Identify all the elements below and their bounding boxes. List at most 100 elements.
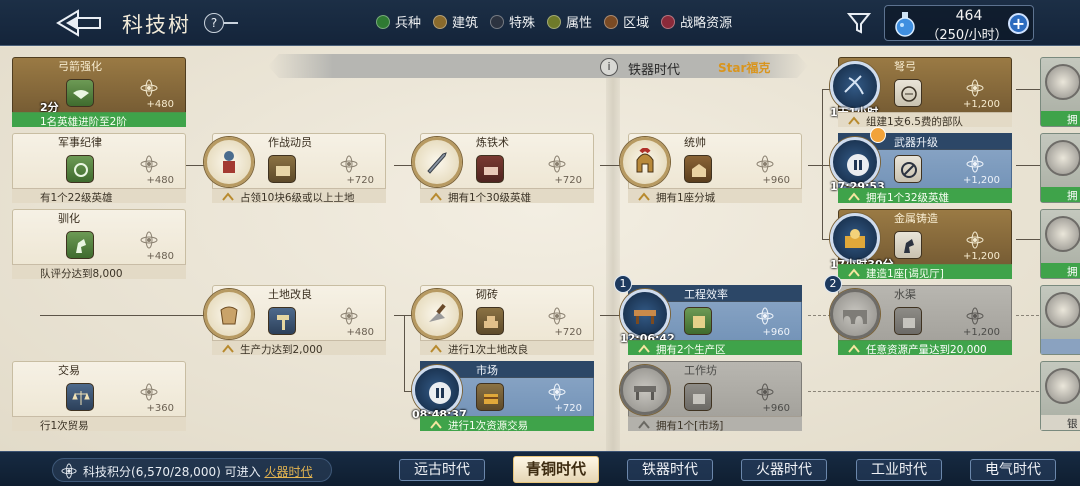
- crossbow-icon: [844, 75, 864, 95]
- tech-score-text: 科技积分(6,570/28,000) 可进入 火器时代: [83, 463, 312, 480]
- requirement-bar: 拥: [1041, 187, 1080, 202]
- tab-bronze-era[interactable]: 青铜时代: [513, 456, 599, 483]
- unlock-icon: [66, 231, 94, 259]
- tech-name: 工程效率: [684, 288, 728, 301]
- tab-industrial-era[interactable]: 工业时代: [856, 459, 942, 481]
- legend-item-strategic-resources[interactable]: 战略资源: [661, 12, 732, 31]
- tech-points: +960: [762, 175, 790, 186]
- back-arrow-icon[interactable]: [56, 8, 102, 38]
- requirement-text: 拥: [1067, 266, 1078, 278]
- aqueduct-icon: [843, 310, 867, 324]
- tech-tree-area[interactable]: i 铁器时代 Star福克 弓箭强化 +480 2分 1名英雄进阶至2阶 军事纪…: [0, 47, 1080, 451]
- legend-label: 属性: [566, 16, 593, 31]
- tech-card-partial[interactable]: 拥: [1040, 209, 1080, 279]
- tech-card-partial[interactable]: 拥: [1040, 133, 1080, 203]
- tech-medallion: [1045, 292, 1080, 328]
- tech-card-partial[interactable]: [1040, 285, 1080, 355]
- requirement-bar: [1041, 339, 1080, 354]
- requirement-text: 拥有1个[市场]: [656, 420, 724, 432]
- requirement-bar: 拥有1个32级英雄: [838, 188, 1012, 204]
- unlock-icon: [894, 155, 922, 183]
- tech-card-land-improvement[interactable]: 土地改良 +480 生产力达到2,000: [204, 285, 386, 356]
- legend-item-buildings[interactable]: 建筑: [433, 12, 478, 31]
- requirement-bar: 进行1次土地改良: [420, 340, 594, 356]
- unlock-icon: [894, 79, 922, 107]
- legend-item-special[interactable]: 特殊: [490, 12, 535, 31]
- foundry-icon: [845, 229, 865, 248]
- resource-amount: 464: [955, 8, 983, 24]
- horse-icon: [904, 239, 914, 253]
- scales-icon: [72, 391, 90, 405]
- tech-card-partial[interactable]: 银: [1040, 361, 1080, 431]
- tech-card-military-discipline[interactable]: 军事纪律 +480 有1个22级英雄: [12, 133, 186, 204]
- tech-points: +480: [146, 251, 174, 262]
- tech-points: +720: [346, 175, 374, 186]
- era-info-icon[interactable]: i: [600, 58, 618, 76]
- add-resource-button[interactable]: +: [1008, 13, 1029, 34]
- tech-medallion: [204, 137, 254, 187]
- tech-points: +480: [146, 175, 174, 186]
- tech-card-combat-mobilization[interactable]: 作战动员 +720 占领10块6级或以上土地: [204, 133, 386, 204]
- legend-swatch: [661, 14, 676, 29]
- tab-ancient-era[interactable]: 远古时代: [399, 459, 485, 481]
- requirement-bar: 拥有1个[市场]: [628, 416, 802, 432]
- tech-card-archery-upgrade[interactable]: 弓箭强化 +480 2分 1名英雄进阶至2阶: [12, 57, 186, 128]
- tech-card-aqueduct[interactable]: 2 水渠 +1,200 任意资源产量达到20,000: [824, 275, 1012, 356]
- tech-card-workshop[interactable]: 工作坊 +960 拥有1个[市场]: [620, 361, 802, 432]
- tech-points: +960: [762, 327, 790, 338]
- requirement-text: 拥: [1067, 190, 1078, 202]
- requirement-bar: 银: [1041, 415, 1080, 430]
- legend-swatch: [490, 14, 505, 29]
- tech-card-market[interactable]: 市场 +720 08:48:37 进行1次资源交易: [412, 361, 594, 432]
- legend-item-troops[interactable]: 兵种: [376, 12, 421, 31]
- tech-points: +1,200: [962, 99, 1000, 110]
- requirement-text: 队评分达到8,000: [40, 268, 123, 280]
- tab-firearm-era[interactable]: 火器时代: [741, 459, 827, 481]
- atom-icon: [340, 307, 358, 325]
- tech-medallion: [1045, 64, 1080, 100]
- tab-iron-era[interactable]: 铁器时代: [627, 459, 713, 481]
- tech-points: +720: [554, 175, 582, 186]
- laurel-icon: [74, 163, 88, 177]
- tech-card-domestication[interactable]: 驯化 +480 队评分达到8,000: [12, 209, 186, 280]
- requirement-bar: 1名英雄进阶至2阶: [12, 112, 186, 128]
- legend-item-attributes[interactable]: 属性: [547, 12, 592, 31]
- tech-medallion: [412, 289, 462, 339]
- legend-item-regions[interactable]: 区域: [604, 12, 649, 31]
- tech-card-crossbow[interactable]: 弩弓 +1,200 1天1小时 组建1支6.5费的部队: [830, 57, 1012, 128]
- era-divider: [606, 77, 620, 451]
- tech-card-weapon-upgrade[interactable]: 武器升级 +1,200 17:29:53 拥有1个32级英雄: [830, 127, 1012, 204]
- connector-line: [40, 315, 210, 316]
- requirement-text: 拥: [1067, 114, 1078, 126]
- filter-icon[interactable]: [846, 10, 872, 36]
- pause-icon[interactable]: [429, 382, 451, 404]
- atom-icon: [548, 383, 566, 401]
- requirement-text: 拥有1个32级英雄: [866, 192, 950, 204]
- requirement-arrow-icon: [222, 192, 234, 201]
- tech-points: +720: [554, 403, 582, 414]
- tech-card-bricklaying[interactable]: 砌砖 +720 进行1次土地改良: [412, 285, 594, 356]
- tech-card-commander[interactable]: 统帅 +960 拥有1座分城: [620, 133, 802, 204]
- tech-medallion: [412, 137, 462, 187]
- legend-label: 战略资源: [680, 16, 733, 31]
- era-banner-name: 铁器时代: [628, 63, 681, 78]
- resource-rate: （250/小时）: [926, 28, 1008, 43]
- tech-card-partial[interactable]: 拥: [1040, 57, 1080, 127]
- queue-badge: 1: [614, 275, 632, 293]
- tech-points: +960: [762, 403, 790, 414]
- pause-icon[interactable]: [847, 154, 869, 176]
- requirement-text: 建造1座[谒见厅]: [866, 268, 944, 280]
- no-weapons-icon: [901, 162, 917, 178]
- help-button[interactable]: ?: [204, 13, 224, 33]
- production-icon: [693, 316, 705, 328]
- tech-name: 武器升级: [894, 136, 938, 149]
- tech-card-trade[interactable]: 交易 +360 行1次贸易: [12, 361, 186, 432]
- tech-card-metal-casting[interactable]: 金属铸造 +1,200 17小时30分 建造1座[谒见厅]: [830, 209, 1012, 280]
- era-banner-tag: Star福克: [718, 61, 771, 75]
- tech-card-iron-smelting[interactable]: 炼铁术 +720 拥有1个30级英雄: [412, 133, 594, 204]
- tab-electric-era[interactable]: 电气时代: [970, 459, 1056, 481]
- tech-card-engineering-efficiency[interactable]: 1 工程效率 +960 12:06:42 拥有2个生产区: [614, 275, 802, 356]
- building-icon: [693, 394, 705, 404]
- atom-icon: [140, 231, 158, 249]
- next-era-link[interactable]: 火器时代: [264, 465, 312, 479]
